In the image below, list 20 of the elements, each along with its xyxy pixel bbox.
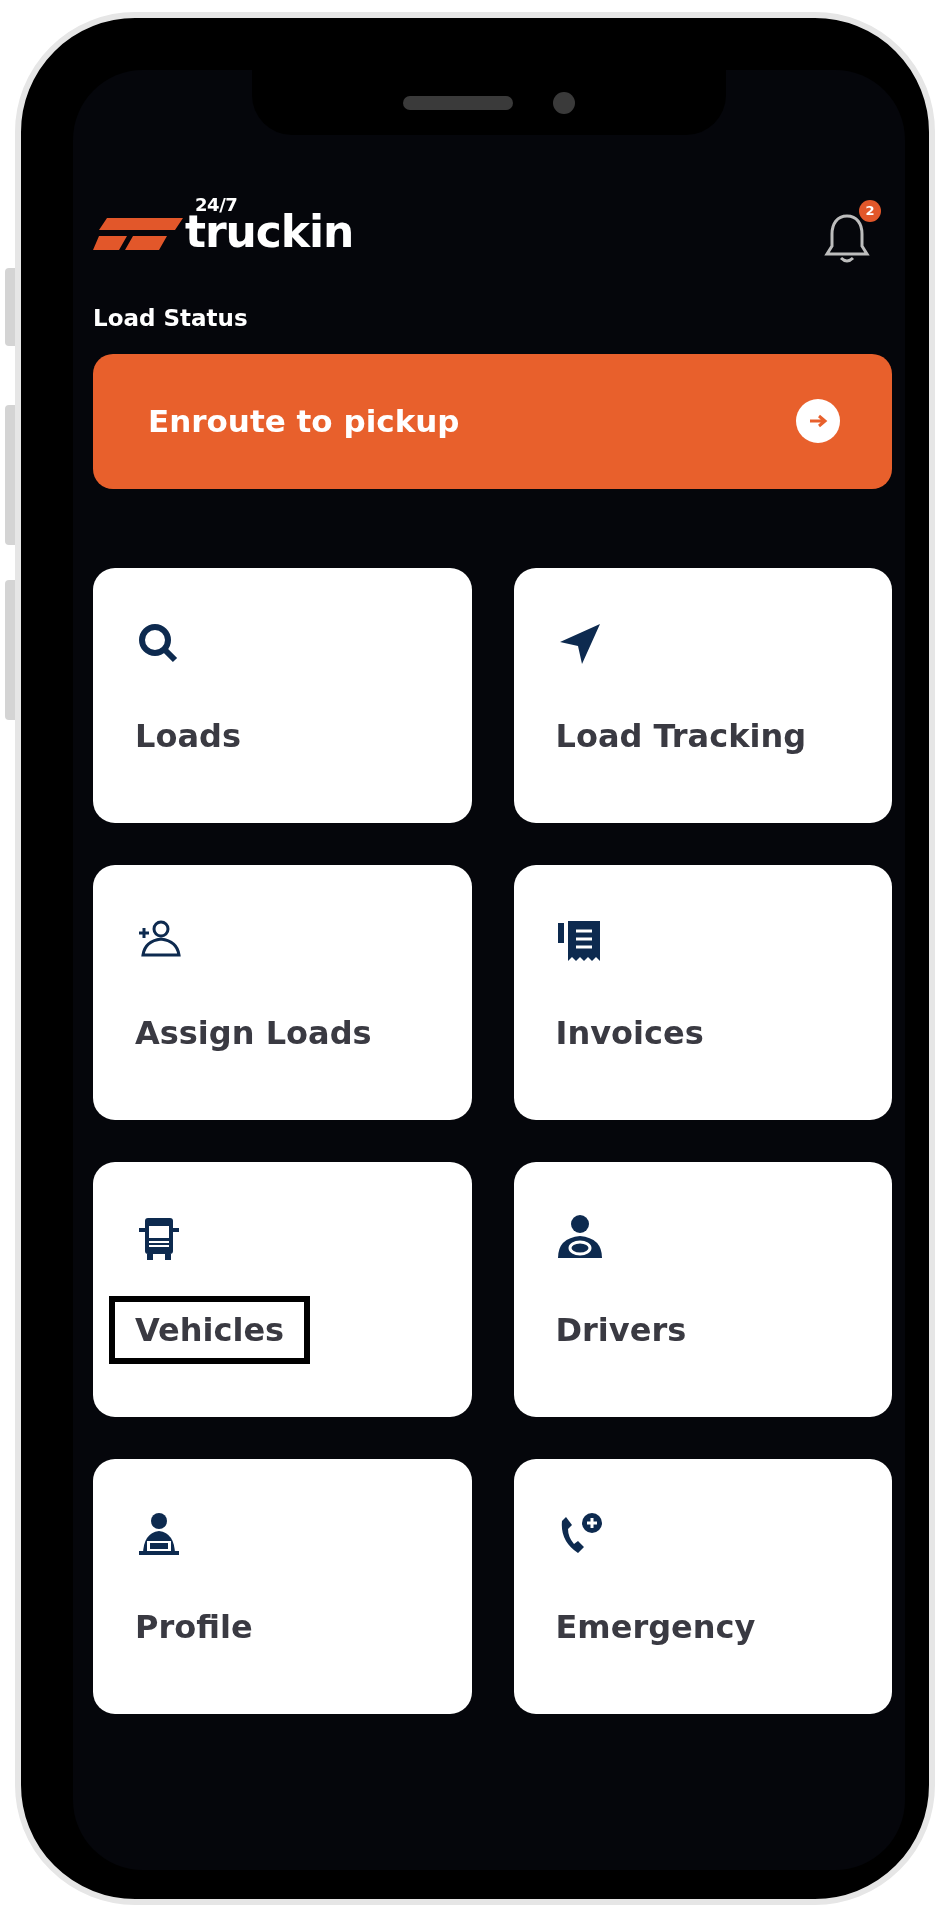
menu-tile[interactable]: Drivers [513, 1161, 892, 1417]
tile-label: Load Tracking [554, 715, 808, 757]
tile-label: Invoices [554, 1012, 705, 1054]
tile-label: Loads [134, 715, 242, 757]
tile-label: Vehicles [109, 1295, 311, 1364]
tile-label: Emergency [554, 1606, 757, 1648]
notification-badge: 2 [859, 200, 881, 222]
menu-tile[interactable]: Loads [93, 567, 472, 823]
menu-tile[interactable]: Assign Loads [93, 864, 472, 1120]
menu-tile[interactable]: Load Tracking [513, 567, 892, 823]
tile-label: Profile [134, 1606, 254, 1648]
menu-tile[interactable]: Vehicles [93, 1161, 472, 1417]
arrow-right-icon [796, 399, 840, 443]
menu-tile[interactable]: Profile [93, 1458, 472, 1714]
section-label: Load Status [93, 304, 249, 333]
menu-tile[interactable]: Emergency [513, 1458, 892, 1714]
tile-label: Assign Loads [134, 1012, 373, 1054]
menu-tile[interactable]: Invoices [513, 864, 892, 1120]
load-status-text: Enroute to pickup [148, 401, 460, 441]
tile-label: Drivers [554, 1309, 688, 1351]
